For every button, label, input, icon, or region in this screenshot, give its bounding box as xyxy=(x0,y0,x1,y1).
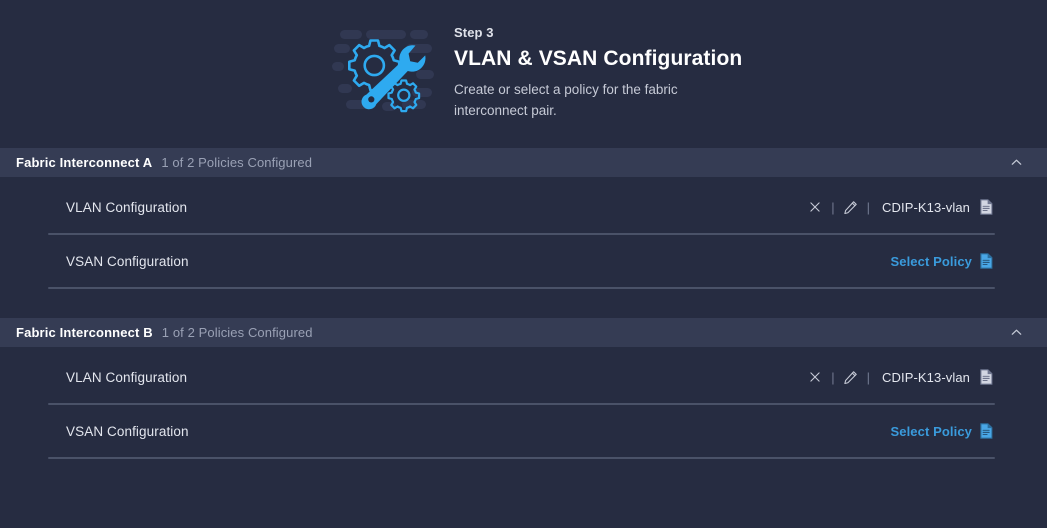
policy-row-label: VLAN Configuration xyxy=(66,369,188,385)
close-icon[interactable] xyxy=(804,196,826,218)
policy-row-vsan-b: VSAN Configuration Select Policy xyxy=(0,405,1047,457)
page-title: VLAN & VSAN Configuration xyxy=(454,47,743,70)
select-policy-button[interactable]: Select Policy xyxy=(890,424,972,439)
section-header-fabric-interconnect-b[interactable]: Fabric Interconnect B 1 of 2 Policies Co… xyxy=(0,318,1047,347)
document-icon[interactable] xyxy=(979,368,995,387)
step-header: Step 3 VLAN & VSAN Configuration Create … xyxy=(0,0,1047,148)
pencil-icon[interactable] xyxy=(840,366,862,388)
section-header-fabric-interconnect-a[interactable]: Fabric Interconnect A 1 of 2 Policies Co… xyxy=(0,148,1047,177)
step-description: Create or select a policy for the fabric… xyxy=(454,82,678,118)
row-divider xyxy=(48,287,995,289)
policy-name: CDIP-K13-vlan xyxy=(882,199,970,215)
policy-row-label: VLAN Configuration xyxy=(66,199,188,215)
step-eyebrow: Step 3 xyxy=(454,25,494,40)
policy-row-actions: Select Policy xyxy=(890,422,995,441)
fabric-interconnect-a-section: Fabric Interconnect A 1 of 2 Policies Co… xyxy=(0,148,1047,289)
document-icon[interactable] xyxy=(979,252,995,271)
row-divider xyxy=(48,457,995,459)
policy-row-actions: | | CDIP-K13-vlan xyxy=(804,196,995,218)
policy-name: CDIP-K13-vlan xyxy=(882,369,970,385)
section-title: Fabric Interconnect A xyxy=(16,155,153,170)
policy-row-label: VSAN Configuration xyxy=(66,253,189,269)
document-icon[interactable] xyxy=(979,198,995,217)
action-separator: | xyxy=(831,369,835,385)
policy-row-vlan-b: VLAN Configuration | | CDIP-K13-vlan xyxy=(0,351,1047,403)
select-policy-button[interactable]: Select Policy xyxy=(890,254,972,269)
chevron-up-icon[interactable] xyxy=(1007,154,1025,172)
gear-wrench-icon xyxy=(332,22,436,118)
section-subtitle: 1 of 2 Policies Configured xyxy=(161,155,313,170)
section-body: VLAN Configuration | | CDIP-K13-vlan VSA… xyxy=(0,347,1047,459)
action-separator: | xyxy=(831,199,835,215)
section-subtitle: 1 of 2 Policies Configured xyxy=(161,325,313,340)
policy-row-actions: Select Policy xyxy=(890,252,995,271)
action-separator: | xyxy=(866,199,870,215)
document-icon[interactable] xyxy=(979,422,995,441)
section-title: Fabric Interconnect B xyxy=(16,325,153,340)
chevron-up-icon[interactable] xyxy=(1007,324,1025,342)
action-separator: | xyxy=(866,369,870,385)
policy-row-label: VSAN Configuration xyxy=(66,423,189,439)
section-body: VLAN Configuration | | CDIP-K13-vlan VSA… xyxy=(0,177,1047,289)
policy-row-actions: | | CDIP-K13-vlan xyxy=(804,366,995,388)
policy-row-vsan-a: VSAN Configuration Select Policy xyxy=(0,235,1047,287)
close-icon[interactable] xyxy=(804,366,826,388)
pencil-icon[interactable] xyxy=(840,196,862,218)
policy-row-vlan-a: VLAN Configuration | | CDIP-K13-vlan xyxy=(0,181,1047,233)
fabric-interconnect-b-section: Fabric Interconnect B 1 of 2 Policies Co… xyxy=(0,318,1047,459)
